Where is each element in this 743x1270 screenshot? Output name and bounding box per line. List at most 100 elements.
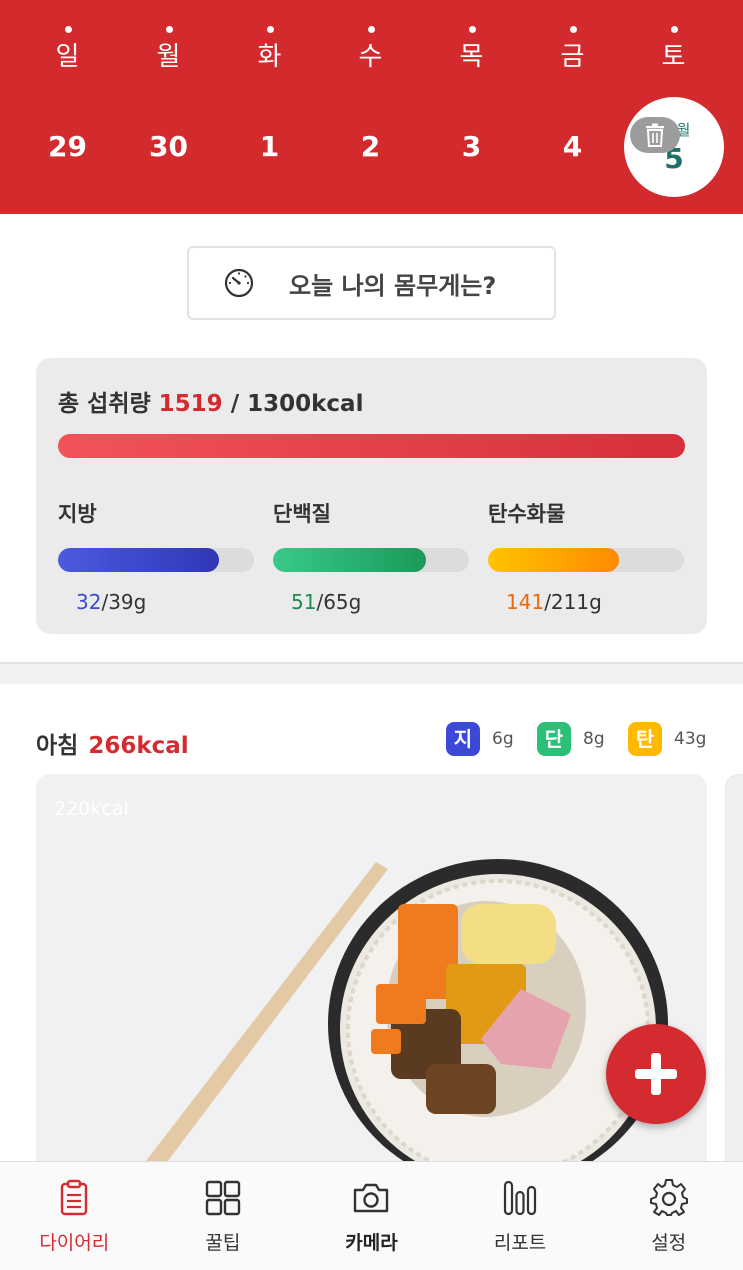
macro-current: 32 <box>76 590 102 614</box>
weekday-label: 수 <box>358 42 383 72</box>
intake-label: 총 섭취량 <box>58 391 151 417</box>
next-photo-peek[interactable] <box>725 774 743 1174</box>
delete-photo-button[interactable] <box>630 117 680 153</box>
plus-icon <box>635 1053 677 1095</box>
nav-label: 카메라 <box>345 1232 398 1254</box>
daily-summary-card: 오늘 나의 몸무게는? 총 섭취량 1519 / 1300kcal 지방 32/… <box>0 214 743 664</box>
macro-name: 지방 <box>58 502 97 526</box>
date-cell[interactable]: 29 <box>17 98 118 198</box>
nav-settings[interactable]: 설정 <box>594 1162 743 1270</box>
carb-badge: 탄 <box>628 722 662 756</box>
date-cell[interactable]: 30 <box>118 98 219 198</box>
macro-fill <box>273 548 426 572</box>
macro-target: /39g <box>101 590 147 614</box>
week-calendar: 일 월 화 수 목 금 토 29 30 1 2 3 4 10월 5 <box>0 0 743 214</box>
weekday-mon[interactable]: 월 <box>118 0 219 100</box>
date-cell[interactable]: 2 <box>320 98 421 198</box>
entry-dot <box>670 26 678 33</box>
weight-prompt-text: 오늘 나의 몸무게는? <box>289 271 497 300</box>
trash-icon <box>646 123 664 147</box>
weekday-sat[interactable]: 토 <box>623 0 724 100</box>
weekday-sun[interactable]: 일 <box>17 0 118 100</box>
weight-input-button[interactable]: 오늘 나의 몸무게는? <box>187 246 556 320</box>
macro-fill <box>488 548 620 572</box>
weekday-tue[interactable]: 화 <box>219 0 320 100</box>
date-number: 3 <box>461 130 482 163</box>
intake-panel: 총 섭취량 1519 / 1300kcal 지방 32/39g 단백질 51/6… <box>36 358 707 634</box>
macro-track <box>488 548 684 572</box>
entry-dot <box>165 26 173 33</box>
macro-protein: 단백질 51/65g <box>273 498 469 614</box>
weekday-fri[interactable]: 금 <box>522 0 623 100</box>
nav-tips[interactable]: 꿀팁 <box>149 1162 298 1270</box>
gear-icon <box>649 1179 688 1216</box>
nav-diary[interactable]: 다이어리 <box>0 1162 149 1270</box>
nav-camera[interactable]: 카메라 <box>297 1162 446 1270</box>
macro-fat: 지방 32/39g <box>58 498 254 614</box>
weekday-label: 목 <box>459 42 484 72</box>
macro-name: 단백질 <box>273 502 331 526</box>
macro-track <box>273 548 469 572</box>
meal-kcal: 266kcal <box>88 733 189 759</box>
intake-title: 총 섭취량 1519 / 1300kcal <box>58 384 363 418</box>
macro-value: 141/211g <box>506 590 684 614</box>
macro-name: 탄수화물 <box>488 502 566 526</box>
macro-value: 32/39g <box>76 590 254 614</box>
weekday-row: 일 월 화 수 목 금 토 <box>0 0 743 100</box>
meal-name: 아침 <box>36 733 79 759</box>
nav-report[interactable]: 리포트 <box>446 1162 595 1270</box>
macro-target: /211g <box>544 590 602 614</box>
camera-icon <box>354 1183 389 1213</box>
weekday-wed[interactable]: 수 <box>320 0 421 100</box>
entry-dot <box>266 26 274 33</box>
meal-fat-chip: 지 6g <box>446 722 514 756</box>
meal-carb-chip: 탄 43g <box>628 722 706 756</box>
entry-dot <box>367 26 375 33</box>
date-number: 1 <box>259 130 280 163</box>
macro-current: 141 <box>506 590 545 614</box>
macro-fill <box>58 548 219 572</box>
clipboard-icon <box>61 1179 88 1216</box>
protein-grams: 8g <box>583 729 605 749</box>
date-number: 29 <box>48 130 87 163</box>
date-number: 2 <box>360 130 381 163</box>
photo-kcal-label: 220kcal <box>54 798 129 820</box>
carb-grams: 43g <box>674 729 707 749</box>
meal-protein-chip: 단 8g <box>537 722 605 756</box>
nav-label: 꿀팁 <box>205 1232 241 1254</box>
macro-value: 51/65g <box>291 590 469 614</box>
entry-dot <box>569 26 577 33</box>
intake-target: / 1300kcal <box>222 391 364 417</box>
intake-current: 1519 <box>158 391 223 417</box>
nav-label: 설정 <box>651 1232 687 1254</box>
scale-gauge-icon <box>224 268 254 298</box>
meal-title: 아침 266kcal <box>36 726 189 760</box>
nav-label: 리포트 <box>493 1232 547 1254</box>
macro-carbs: 탄수화물 141/211g <box>488 498 684 614</box>
date-cell[interactable]: 4 <box>522 98 623 198</box>
add-meal-button[interactable] <box>606 1024 706 1124</box>
weekday-label: 화 <box>257 42 282 72</box>
nav-label: 다이어리 <box>39 1232 110 1254</box>
macro-target: /65g <box>316 590 362 614</box>
date-cell[interactable]: 1 <box>219 98 320 198</box>
fat-grams: 6g <box>492 729 514 749</box>
weekday-label: 일 <box>55 42 80 72</box>
bottom-navigation: 다이어리 꿀팁 카메라 리포트 설정 <box>0 1161 743 1270</box>
entry-dot <box>64 26 72 33</box>
weekday-label: 금 <box>560 42 585 72</box>
bar-chart-icon <box>503 1180 537 1216</box>
calorie-progress-bar <box>58 434 685 458</box>
fat-badge: 지 <box>446 722 480 756</box>
weekday-label: 토 <box>661 42 686 72</box>
date-cell[interactable]: 3 <box>421 98 522 198</box>
date-number: 4 <box>562 130 583 163</box>
macro-track <box>58 548 254 572</box>
weekday-thu[interactable]: 목 <box>421 0 522 100</box>
protein-badge: 단 <box>537 722 571 756</box>
weekday-label: 월 <box>156 42 181 72</box>
entry-dot <box>468 26 476 33</box>
macro-current: 51 <box>291 590 317 614</box>
date-number: 30 <box>149 130 188 163</box>
grid-icon <box>205 1180 241 1216</box>
